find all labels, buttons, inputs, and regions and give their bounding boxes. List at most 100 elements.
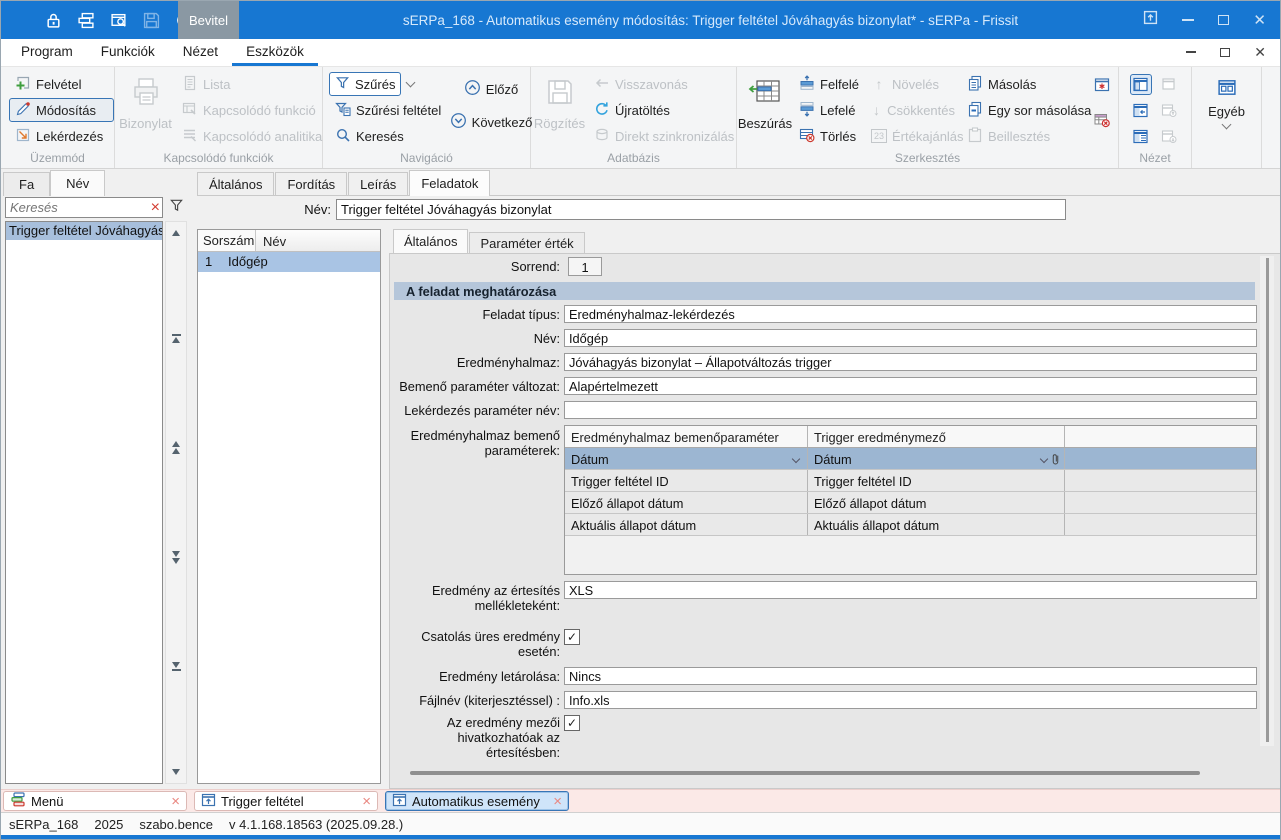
menu-eszkozok[interactable]: Eszközök bbox=[232, 39, 318, 66]
list-item[interactable]: Trigger feltétel Jóváhagyás bizonylat bbox=[6, 222, 162, 240]
mdi-minimize-button[interactable] bbox=[1186, 51, 1196, 53]
mode-tab-bevitel[interactable]: Bevitel bbox=[178, 1, 239, 39]
torles-button[interactable]: Törlés bbox=[793, 124, 865, 148]
horizontal-scrollbar[interactable] bbox=[410, 771, 1200, 775]
lekerdezes-parameter-input[interactable] bbox=[564, 401, 1257, 419]
egyeb-button[interactable]: Egyéb bbox=[1192, 67, 1261, 153]
doc-tab-menu[interactable]: Menü × bbox=[3, 791, 187, 811]
direkt-szinkronizalas-button[interactable]: Direkt szinkronizálás bbox=[588, 124, 736, 148]
lock-icon[interactable] bbox=[45, 12, 62, 29]
view-left-panel-icon[interactable] bbox=[1130, 74, 1152, 95]
letarolas-input[interactable] bbox=[564, 667, 1257, 685]
dropdown-chevron-icon[interactable] bbox=[792, 455, 800, 463]
ertekajanlas-button[interactable]: 23 Értékajánlás bbox=[865, 124, 961, 148]
felvetel-button[interactable]: Felvétel bbox=[9, 72, 114, 96]
tree-filter-button[interactable] bbox=[165, 197, 187, 218]
tab-feladatok[interactable]: Feladatok bbox=[409, 170, 490, 196]
kapcsolodo-funkcio-button[interactable]: Kapcsolódó funkció bbox=[176, 98, 322, 122]
elozo-button[interactable]: Előző bbox=[458, 77, 525, 101]
tab-nev[interactable]: Név bbox=[50, 170, 105, 196]
cascade-menu-icon[interactable] bbox=[77, 12, 95, 29]
scroll-down-button[interactable] bbox=[172, 769, 180, 775]
save-icon[interactable] bbox=[143, 12, 160, 29]
menu-nezet[interactable]: Nézet bbox=[169, 39, 232, 66]
kapcsolodo-analitika-button[interactable]: Kapcsolódó analitika bbox=[176, 124, 322, 148]
maximize-button[interactable] bbox=[1218, 15, 1229, 25]
mdi-maximize-button[interactable] bbox=[1220, 48, 1230, 57]
doc-tab-automatikus-esemeny[interactable]: Automatikus esemény × bbox=[385, 791, 569, 811]
name-input[interactable] bbox=[336, 199, 1066, 220]
szures-dropdown-icon[interactable] bbox=[406, 78, 416, 88]
felfele-button[interactable]: Felfelé bbox=[793, 72, 865, 96]
close-tab-icon[interactable]: × bbox=[362, 794, 371, 809]
parameter-row[interactable]: Aktuális állapot dátum Aktuális állapot … bbox=[565, 514, 1256, 536]
beillesztes-button[interactable]: Beillesztés bbox=[961, 124, 1087, 148]
tree-list[interactable]: Trigger feltétel Jóváhagyás bizonylat bbox=[5, 221, 163, 784]
modositas-button[interactable]: Módosítás bbox=[9, 98, 114, 122]
jump-up-button[interactable] bbox=[172, 441, 180, 454]
lekerdezes-button[interactable]: Lekérdezés bbox=[9, 124, 114, 148]
csokkentes-button[interactable]: ↓ Csökkentés bbox=[865, 98, 961, 122]
column-header-nev[interactable]: Név bbox=[256, 230, 380, 251]
column-header-empty[interactable] bbox=[1065, 426, 1256, 447]
close-tab-icon[interactable]: × bbox=[171, 794, 180, 809]
menu-funkciok[interactable]: Funkciók bbox=[87, 39, 169, 66]
beszuras-button[interactable]: Beszúrás bbox=[737, 67, 793, 153]
task-row[interactable]: 1 Időgép bbox=[198, 252, 380, 272]
view-export-down-disabled-icon[interactable] bbox=[1158, 126, 1180, 147]
szures-button[interactable]: Szűrés bbox=[329, 72, 401, 96]
bemeno-parameter-input[interactable] bbox=[564, 377, 1257, 395]
szuresi-feltetel-button[interactable]: Szűrési feltétel bbox=[329, 98, 452, 122]
clear-search-icon[interactable]: × bbox=[151, 198, 160, 217]
vertical-scrollbar[interactable] bbox=[1260, 256, 1274, 746]
feladat-tipus-input[interactable] bbox=[564, 305, 1257, 323]
new-window-asterisk-icon[interactable] bbox=[1093, 77, 1111, 98]
masolas-button[interactable]: Másolás bbox=[961, 72, 1087, 96]
view-collapse-panel-icon[interactable] bbox=[1130, 100, 1152, 121]
parameter-row-selected[interactable]: Dátum Dátum bbox=[565, 448, 1256, 470]
tab-parameter-ertek[interactable]: Paraméter érték bbox=[469, 232, 584, 253]
vertical-scrollbar-thumb[interactable] bbox=[1266, 258, 1269, 742]
lista-button[interactable]: Lista bbox=[176, 72, 322, 96]
hivatkozas-checkbox[interactable]: ✓ bbox=[564, 715, 580, 731]
mdi-close-button[interactable]: ✕ bbox=[1254, 45, 1266, 59]
parameter-table[interactable]: Eredményhalmaz bemenőparaméter Trigger e… bbox=[564, 425, 1257, 575]
dropdown-chevron-icon[interactable] bbox=[1040, 455, 1048, 463]
jump-down-button[interactable] bbox=[172, 551, 180, 564]
sorrend-value[interactable]: 1 bbox=[568, 257, 602, 276]
csatolas-checkbox[interactable]: ✓ bbox=[564, 629, 580, 645]
tab-forditas[interactable]: Fordítás bbox=[275, 172, 347, 195]
parameter-row[interactable]: Előző állapot dátum Előző állapot dátum bbox=[565, 492, 1256, 514]
kereses-button[interactable]: Keresés bbox=[329, 124, 452, 148]
tab-altalanos[interactable]: Általános bbox=[197, 172, 274, 195]
task-grid[interactable]: Sorszám Név 1 Időgép bbox=[197, 229, 381, 784]
lefele-button[interactable]: Lefelé bbox=[793, 98, 865, 122]
scroll-top-button[interactable] bbox=[172, 334, 181, 343]
close-tab-icon[interactable]: × bbox=[553, 794, 562, 809]
column-header-eredmenymezo[interactable]: Trigger eredménymező bbox=[808, 426, 1065, 447]
ertesites-input[interactable] bbox=[564, 581, 1257, 599]
close-button[interactable]: ✕ bbox=[1253, 13, 1266, 28]
view-window-disabled-icon[interactable] bbox=[1158, 74, 1180, 95]
egy-sor-masolasa-button[interactable]: Egy sor másolása bbox=[961, 98, 1087, 122]
rogzites-button[interactable]: Rögzítés bbox=[531, 67, 588, 153]
paperclip-icon[interactable] bbox=[1051, 452, 1060, 469]
column-header-sorszam[interactable]: Sorszám bbox=[198, 230, 256, 251]
noveles-button[interactable]: ↑ Növelés bbox=[865, 72, 961, 96]
bizonylat-button[interactable]: Bizonylat bbox=[115, 67, 176, 153]
tab-fa[interactable]: Fa bbox=[3, 172, 50, 196]
ujratoltes-button[interactable]: Újratöltés bbox=[588, 98, 736, 122]
tab-leiras[interactable]: Leírás bbox=[348, 172, 408, 195]
minimize-button[interactable] bbox=[1182, 19, 1194, 21]
column-header-bemenoparameter[interactable]: Eredményhalmaz bemenőparaméter bbox=[565, 426, 808, 447]
scroll-bottom-button[interactable] bbox=[172, 662, 181, 671]
eredmenyhalmaz-input[interactable] bbox=[564, 353, 1257, 371]
popout-window-icon[interactable] bbox=[1143, 10, 1158, 30]
kovetkezo-button[interactable]: Következő bbox=[444, 110, 539, 134]
parameter-row[interactable]: Trigger feltétel ID Trigger feltétel ID bbox=[565, 470, 1256, 492]
menu-program[interactable]: Program bbox=[7, 39, 87, 66]
tab-detail-altalanos[interactable]: Általános bbox=[393, 229, 468, 253]
view-list-panel-icon[interactable] bbox=[1130, 126, 1152, 147]
scroll-up-button[interactable] bbox=[172, 230, 180, 236]
visszavonas-button[interactable]: Visszavonás bbox=[588, 72, 736, 96]
